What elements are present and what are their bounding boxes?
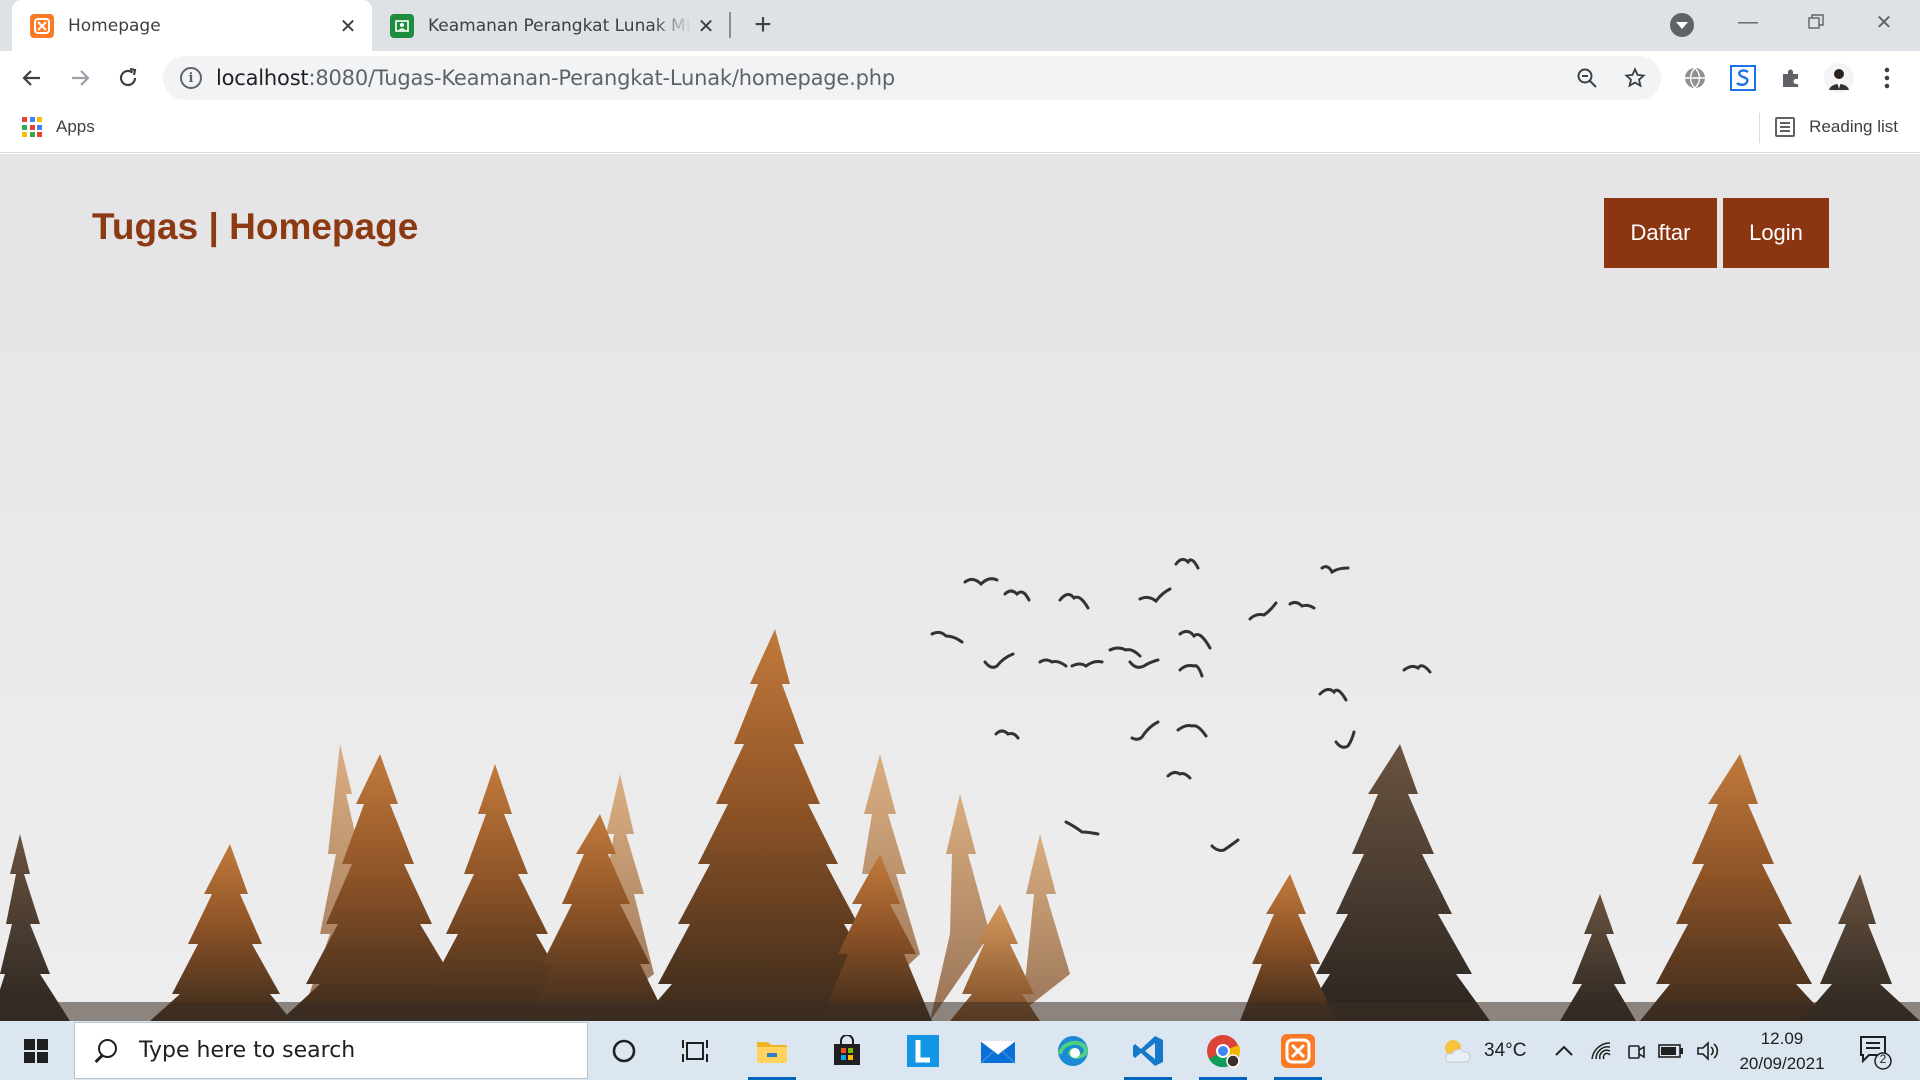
new-tab-button[interactable]: + [748, 8, 778, 41]
notification-count-badge: 2 [1879, 1052, 1887, 1066]
meet-now-icon[interactable] [1626, 1021, 1646, 1080]
mail-icon[interactable] [968, 1021, 1028, 1080]
site-info-icon[interactable]: i [180, 67, 202, 89]
windows-logo-icon [24, 1038, 48, 1063]
wifi-icon[interactable] [1590, 1021, 1612, 1080]
page-title: Tugas | Homepage [92, 206, 419, 247]
restore-icon[interactable] [1789, 0, 1843, 44]
bookmarks-bar: Apps Reading list [0, 105, 1920, 153]
minimize-icon[interactable]: — [1721, 0, 1775, 44]
xampp-favicon-icon [30, 13, 54, 38]
clock-date: 20/09/2021 [1739, 1054, 1825, 1073]
notification-center-icon[interactable]: 2 [1855, 1031, 1895, 1071]
taskbar-search-box[interactable]: Type here to search [74, 1022, 588, 1079]
reading-list-icon [1775, 117, 1796, 137]
forward-icon[interactable] [62, 60, 98, 96]
s-extension-icon[interactable] [1728, 63, 1758, 93]
tab-divider [729, 12, 731, 38]
bookmarks-divider [1759, 113, 1760, 143]
forest-background-image [0, 557, 1920, 1021]
extensions-puzzle-icon[interactable] [1776, 63, 1806, 93]
show-hidden-icons-chevron-icon[interactable] [1554, 1021, 1574, 1080]
volume-icon[interactable] [1696, 1021, 1720, 1080]
chrome-icon[interactable] [1193, 1021, 1253, 1080]
reload-icon[interactable] [110, 60, 146, 96]
globe-extension-icon[interactable] [1680, 63, 1710, 93]
zoom-icon[interactable] [1573, 64, 1601, 92]
close-window-icon[interactable]: ✕ [1857, 0, 1911, 44]
microsoft-store-icon[interactable] [817, 1021, 877, 1080]
close-tab-icon[interactable]: ✕ [692, 12, 720, 40]
weather-widget[interactable]: 34°C [1440, 1021, 1526, 1080]
vscode-icon[interactable] [1118, 1021, 1178, 1080]
bookmark-star-icon[interactable] [1621, 64, 1649, 92]
battery-icon[interactable] [1658, 1021, 1684, 1080]
apps-label: Apps [56, 117, 95, 136]
partly-sunny-icon [1445, 1039, 1471, 1062]
search-placeholder: Type here to search [139, 1038, 356, 1063]
browser-toolbar: i localhost:8080/Tugas-Keamanan-Perangka… [0, 51, 1920, 105]
apps-shortcut[interactable]: Apps [22, 117, 95, 137]
weather-temperature: 34°C [1484, 1039, 1527, 1061]
login-button[interactable]: Login [1723, 198, 1829, 268]
system-clock[interactable]: 12.09 20/09/2021 [1720, 1026, 1844, 1076]
clock-time: 12.09 [1760, 1029, 1804, 1048]
tab-strip: Homepage ✕ Keamanan Perangkat Lunak MI 2… [0, 0, 1920, 51]
tab-title: Keamanan Perangkat Lunak MI 2C [428, 15, 692, 36]
classroom-favicon-icon [390, 13, 414, 38]
page-viewport: Tugas | Homepage Daftar Login [0, 154, 1920, 1021]
profile-avatar-icon[interactable] [1824, 63, 1854, 93]
cortana-icon[interactable] [594, 1021, 654, 1080]
windows-taskbar: Type here to search 34°C 12.09 20/09/202… [0, 1021, 1920, 1080]
tab-search-icon[interactable] [1670, 13, 1694, 37]
task-view-icon[interactable] [665, 1021, 725, 1080]
tab-homepage[interactable]: Homepage ✕ [12, 0, 372, 51]
reading-list-button[interactable]: Reading list [1775, 117, 1898, 137]
tab-keamanan[interactable]: Keamanan Perangkat Lunak MI 2C ✕ [372, 0, 730, 51]
apps-grid-icon [22, 117, 42, 137]
close-tab-icon[interactable]: ✕ [334, 12, 362, 40]
start-button[interactable] [0, 1021, 72, 1080]
back-icon[interactable] [14, 60, 50, 96]
address-bar[interactable]: i localhost:8080/Tugas-Keamanan-Perangka… [163, 56, 1661, 100]
xampp-icon[interactable] [1268, 1021, 1328, 1080]
chrome-menu-icon[interactable] [1872, 63, 1902, 93]
tab-title: Homepage [68, 15, 161, 36]
edge-browser-icon[interactable] [1043, 1021, 1103, 1080]
url-text: localhost:8080/Tugas-Keamanan-Perangkat-… [216, 66, 895, 90]
search-icon [93, 1038, 117, 1063]
file-explorer-icon[interactable] [742, 1021, 802, 1080]
reading-list-label: Reading list [1809, 117, 1898, 136]
l-app-icon[interactable] [893, 1021, 953, 1080]
register-button[interactable]: Daftar [1604, 198, 1717, 268]
